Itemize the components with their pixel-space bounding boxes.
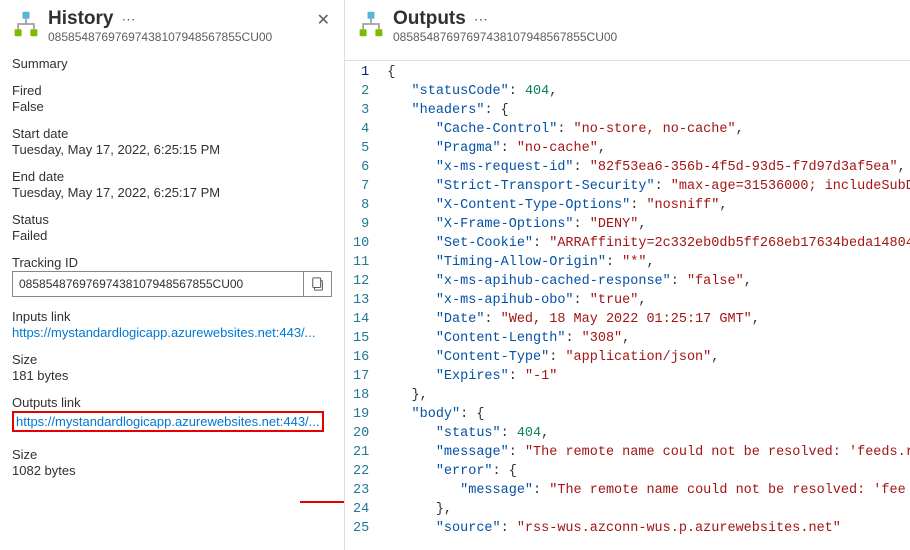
outputs-subtitle: 08585487697697438107948567855CU00 — [393, 30, 898, 44]
copy-icon[interactable] — [303, 272, 331, 296]
annotation-arrow-icon — [300, 495, 345, 509]
outputs-link-label: Outputs link — [12, 395, 332, 410]
status-label: Status — [12, 212, 332, 227]
tracking-id-box: 08585487697697438107948567855CU00 — [12, 271, 332, 297]
end-date-value: Tuesday, May 17, 2022, 6:25:17 PM — [12, 185, 332, 200]
inputs-size-label: Size — [12, 352, 332, 367]
start-date-value: Tuesday, May 17, 2022, 6:25:15 PM — [12, 142, 332, 157]
history-subtitle: 08585487697697438107948567855CU00 — [48, 30, 332, 44]
line-number-gutter: 1234567891011121314151617181920212223242… — [345, 61, 379, 550]
outputs-more-icon[interactable]: ⋯ — [472, 11, 491, 28]
end-date-label: End date — [12, 169, 332, 184]
inputs-size-value: 181 bytes — [12, 368, 332, 383]
inputs-link[interactable]: https://mystandardlogicapp.azurewebsites… — [12, 325, 332, 340]
outputs-size-label: Size — [12, 447, 332, 462]
outputs-size-value: 1082 bytes — [12, 463, 332, 478]
outputs-panel: Outputs ⋯ 08585487697697438107948567855C… — [345, 0, 910, 550]
close-icon[interactable]: ✕ — [313, 8, 334, 32]
logic-app-icon — [357, 10, 385, 38]
inputs-link-label: Inputs link — [12, 309, 332, 324]
code-content[interactable]: { "statusCode": 404, "headers": { "Cache… — [379, 61, 910, 550]
fired-label: Fired — [12, 83, 332, 98]
summary-heading: Summary — [12, 56, 332, 71]
logic-app-icon — [12, 10, 40, 38]
outputs-title: Outputs — [393, 8, 466, 30]
history-panel: ✕ History ⋯ 0858548769769743810794856785… — [0, 0, 345, 550]
tracking-id-label: Tracking ID — [12, 255, 332, 270]
history-title: History — [48, 8, 113, 30]
history-more-icon[interactable]: ⋯ — [119, 11, 138, 28]
start-date-label: Start date — [12, 126, 332, 141]
fired-value: False — [12, 99, 332, 114]
code-editor[interactable]: 1234567891011121314151617181920212223242… — [345, 60, 910, 550]
outputs-link[interactable]: https://mystandardlogicapp.azurewebsites… — [12, 411, 324, 432]
tracking-id-value[interactable]: 08585487697697438107948567855CU00 — [13, 277, 303, 291]
status-value: Failed — [12, 228, 332, 243]
